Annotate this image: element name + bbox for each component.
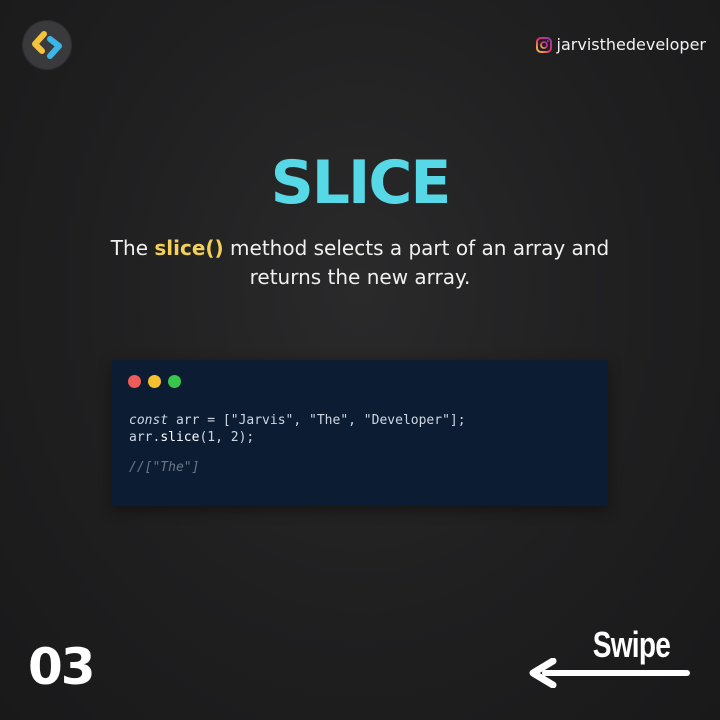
page-number: 03 (28, 638, 96, 696)
code-line-1: const arr = ["Jarvis", "The", "Developer… (129, 412, 466, 429)
description-keyword: slice() (154, 236, 224, 260)
window-controls (128, 375, 181, 388)
brand-logo (22, 20, 72, 70)
swipe-button[interactable]: Swipe (527, 620, 692, 692)
code-line-2-rest: (1, 2); (199, 430, 255, 445)
code-window: const arr = ["Jarvis", "The", "Developer… (112, 360, 608, 506)
minimize-dot-icon (148, 375, 161, 388)
description-line2: returns the new array. (249, 265, 471, 289)
maximize-dot-icon (168, 375, 181, 388)
code-brackets-logo-icon (32, 31, 62, 59)
arrow-left-icon (529, 658, 690, 688)
code-keyword: const (129, 413, 169, 428)
page-title: SLICE (270, 148, 452, 218)
description: The slice() method selects a part of an … (100, 234, 620, 292)
code-method: slice (160, 430, 200, 445)
code-line-2: arr.slice(1, 2); (129, 429, 466, 446)
code-object: arr. (129, 430, 161, 445)
code-comment: //["The"] (129, 460, 200, 475)
handle-text: jarvisthedeveloper (556, 35, 706, 54)
close-dot-icon (128, 375, 141, 388)
instagram-handle[interactable]: jarvisthedeveloper (535, 35, 706, 54)
description-line1: method selects a part of an array and (223, 236, 610, 260)
code-line-1-rest: arr = ["Jarvis", "The", "Developer"]; (168, 413, 466, 428)
code-block: const arr = ["Jarvis", "The", "Developer… (129, 412, 466, 476)
description-prefix: The (110, 236, 155, 260)
instagram-icon (535, 36, 552, 53)
